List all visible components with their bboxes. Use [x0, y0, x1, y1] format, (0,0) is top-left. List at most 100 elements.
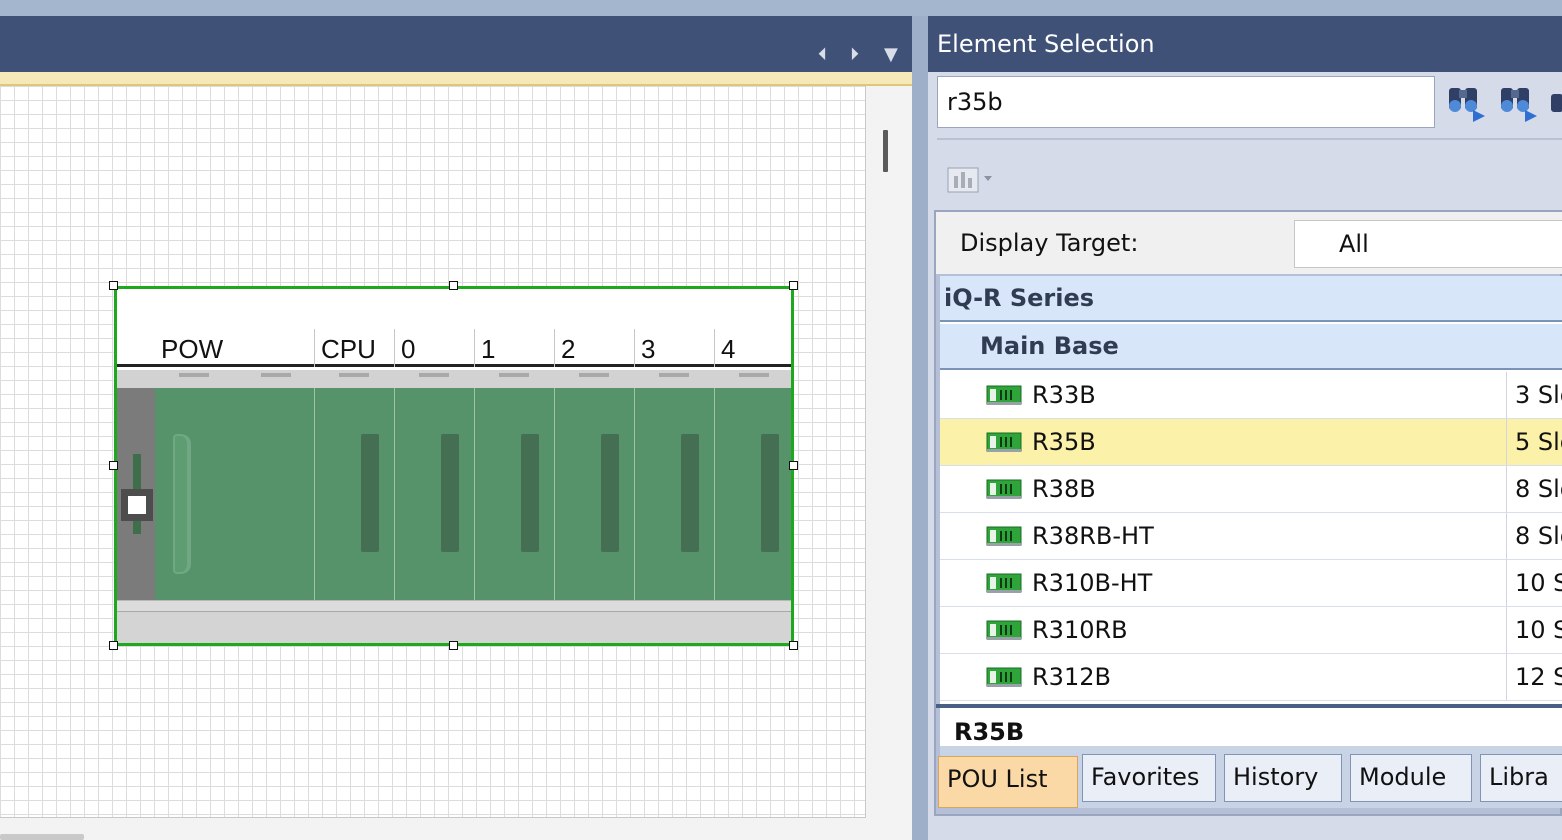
tab-history[interactable]: History — [1224, 754, 1342, 802]
resize-handle[interactable] — [109, 641, 118, 650]
resize-handle[interactable] — [449, 641, 458, 650]
horizontal-scrollbar-thumb[interactable] — [0, 834, 84, 840]
item-name: R38RB-HT — [1032, 522, 1154, 550]
tab-pou-list[interactable]: POU List — [938, 756, 1078, 808]
base-bottom-rail — [117, 612, 791, 643]
slot-4-module[interactable] — [715, 388, 791, 600]
module-latch — [601, 434, 619, 552]
resize-handle[interactable] — [109, 461, 118, 470]
base-connector-icon — [121, 489, 153, 521]
rail-tab — [179, 373, 209, 377]
display-target-select[interactable]: All — [1294, 220, 1562, 268]
slot-label: 2 — [561, 334, 576, 364]
slot-divider — [474, 329, 475, 367]
item-description: 8 Slo — [1506, 513, 1562, 559]
slot-label: 0 — [401, 334, 416, 364]
list-item-r310b-ht[interactable]: R310B-HT 10 S — [940, 560, 1562, 607]
grid-canvas[interactable]: POW CPU 0 1 2 3 4 — [0, 86, 866, 818]
vertical-scrollbar-thumb[interactable] — [883, 130, 888, 172]
tab-library[interactable]: Libra — [1480, 754, 1562, 802]
item-description: 5 Slo — [1506, 419, 1562, 465]
item-name: R35B — [1032, 428, 1096, 456]
item-description: 3 Slo — [1506, 372, 1562, 418]
resize-handle[interactable] — [449, 281, 458, 290]
base-unit-icon — [986, 667, 1022, 687]
slot-label: POW — [161, 334, 224, 364]
slot-label: 4 — [721, 334, 736, 364]
list-item-r38rb-ht[interactable]: R38RB-HT 8 Slo — [940, 513, 1562, 560]
module-latch — [361, 434, 379, 552]
slot-1-module[interactable] — [475, 388, 555, 600]
tab-favorites[interactable]: Favorites — [1082, 754, 1216, 802]
editor-tab-accent — [0, 72, 912, 86]
slot-divider — [314, 329, 315, 367]
rail-tab — [339, 373, 369, 377]
resize-handle[interactable] — [789, 281, 798, 290]
list-item-r312b[interactable]: R312B 12 S — [940, 654, 1562, 701]
module-latch — [521, 434, 539, 552]
base-unit-icon — [986, 620, 1022, 640]
display-target-row: Display Target: All — [936, 212, 1562, 274]
panel-title: Element Selection — [928, 16, 1562, 72]
editor-tab-header: ⏴ ⏵ ▼ — [0, 16, 916, 72]
base-unit-icon — [986, 479, 1022, 499]
item-description: 12 S — [1506, 654, 1562, 700]
tab-module[interactable]: Module — [1350, 754, 1472, 802]
module-latch — [441, 434, 459, 552]
base-top-rail — [117, 370, 791, 388]
group-header-iq-r-series[interactable]: iQ-R Series — [940, 276, 1562, 322]
filter-icon[interactable] — [944, 158, 998, 198]
resize-handle[interactable] — [109, 281, 118, 290]
element-list: iQ-R Series Main Base R33B 3 Slo R35B 5 … — [940, 276, 1562, 704]
scroll-tabs-left-icon[interactable]: ⏴ — [818, 44, 827, 66]
element-selection-panel: Element Selection r35b Display Target: A… — [928, 16, 1562, 840]
module-configuration-editor: POW CPU 0 1 2 3 4 — [0, 86, 912, 840]
base-unit-r35b[interactable]: POW CPU 0 1 2 3 4 — [114, 286, 794, 646]
item-name: R33B — [1032, 381, 1096, 409]
display-target-label: Display Target: — [960, 229, 1139, 257]
base-unit-icon — [986, 526, 1022, 546]
item-name: R312B — [1032, 663, 1111, 691]
slot-divider — [394, 329, 395, 367]
rail-tab — [739, 373, 769, 377]
slot-pow-module[interactable] — [155, 388, 315, 600]
element-list-frame: Display Target: All iQ-R Series Main Bas… — [934, 210, 1562, 816]
slot-0-module[interactable] — [395, 388, 475, 600]
rail-tab — [659, 373, 689, 377]
list-item-r33b[interactable]: R33B 3 Slo — [940, 372, 1562, 419]
resize-handle[interactable] — [789, 641, 798, 650]
find-next-icon[interactable] — [1443, 80, 1485, 124]
search-option-icon[interactable] — [1547, 80, 1562, 124]
slot-2-module[interactable] — [555, 388, 635, 600]
slot-divider — [554, 329, 555, 367]
rail-tab — [261, 373, 291, 377]
item-name: R38B — [1032, 475, 1096, 503]
list-item-r310rb[interactable]: R310RB 10 S — [940, 607, 1562, 654]
list-item-r35b[interactable]: R35B 5 Slo — [940, 419, 1562, 466]
panel-tab-bar: POU List Favorites History Module Libra — [938, 746, 1562, 808]
base-unit-icon — [986, 385, 1022, 405]
search-input[interactable] — [937, 76, 1435, 128]
module-latch — [761, 434, 779, 552]
item-description: 10 S — [1506, 607, 1562, 653]
list-item-r38b[interactable]: R38B 8 Slo — [940, 466, 1562, 513]
scroll-tabs-right-icon[interactable]: ⏵ — [850, 44, 859, 66]
find-previous-icon[interactable] — [1495, 80, 1537, 124]
item-name: R310B-HT — [1032, 569, 1153, 597]
tab-list-dropdown-icon[interactable]: ▼ — [884, 44, 898, 66]
resize-handle[interactable] — [789, 461, 798, 470]
slot-label: CPU — [321, 334, 376, 364]
module-latch — [681, 434, 699, 552]
item-name: R310RB — [1032, 616, 1128, 644]
panel-splitter[interactable] — [912, 16, 928, 840]
base-bottom-rail-edge — [117, 600, 791, 612]
item-description: 10 S — [1506, 560, 1562, 606]
slot-divider — [634, 329, 635, 367]
subgroup-header-main-base[interactable]: Main Base — [940, 324, 1562, 370]
item-description: 8 Slo — [1506, 466, 1562, 512]
slot-cpu-module[interactable] — [315, 388, 395, 600]
slot-label: 3 — [641, 334, 656, 364]
slot-3-module[interactable] — [635, 388, 715, 600]
slot-header-row: POW CPU 0 1 2 3 4 — [117, 329, 791, 367]
rail-tab — [499, 373, 529, 377]
